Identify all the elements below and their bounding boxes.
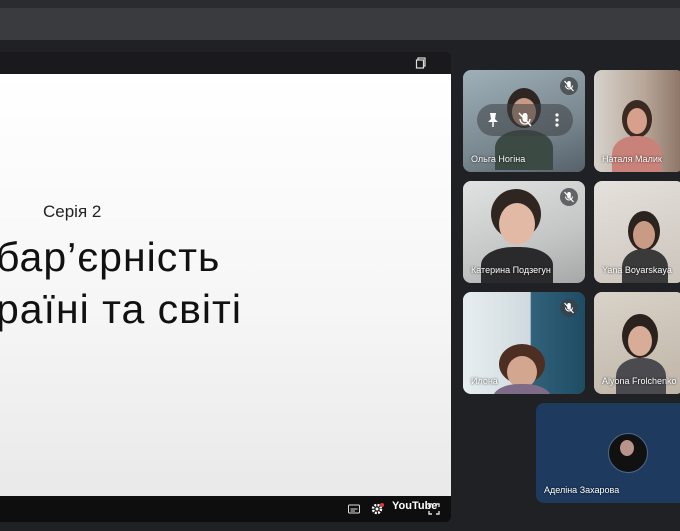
- tile-hover-controls: [477, 104, 573, 136]
- participant-name: Yana Boyarskaya: [602, 265, 672, 275]
- slide-title-line1: бар’єрність: [0, 234, 221, 280]
- subtitles-icon[interactable]: [348, 502, 360, 516]
- mic-off-icon: [560, 188, 578, 206]
- mic-off-icon: [560, 77, 578, 95]
- more-vert-icon[interactable]: [545, 108, 569, 132]
- pin-icon[interactable]: [481, 108, 505, 132]
- slide-series: Серія 2: [43, 202, 102, 221]
- slide: Серія 2 бар’єрність раїні та світі: [0, 74, 451, 496]
- avatar-face: [620, 440, 634, 456]
- participant-tile[interactable]: Ольга Ногіна: [463, 70, 585, 172]
- tab-strip: [0, 8, 680, 40]
- mic-off-icon[interactable]: [513, 108, 537, 132]
- copy-icon[interactable]: [415, 57, 427, 69]
- participant-name: Наталя Малик: [602, 154, 662, 164]
- participant-tile[interactable]: Yana Boyarskaya: [594, 181, 680, 283]
- presentation-panel: Серія 2 бар’єрність раїні та світі YouTu…: [0, 52, 451, 522]
- participant-name: Ольга Ногіна: [471, 154, 526, 164]
- participant-tile[interactable]: Аделіна Захарова: [536, 403, 680, 503]
- participant-name: Илона: [471, 376, 498, 386]
- presentation-top-bar: [0, 52, 451, 74]
- mic-off-icon: [560, 299, 578, 317]
- participant-tile[interactable]: Наталя Малик: [594, 70, 680, 172]
- participant-name: Катерина Подзегун: [471, 265, 551, 275]
- participant-name: Аделіна Захарова: [544, 485, 620, 495]
- participant-tile[interactable]: Илона: [463, 292, 585, 394]
- fullscreen-icon[interactable]: [428, 502, 440, 516]
- video-controls: YouTube: [0, 496, 451, 522]
- top-bar: [0, 0, 680, 8]
- participant-tile[interactable]: Alyona Frolchenko: [594, 292, 680, 394]
- slide-title-line2: раїні та світі: [0, 286, 242, 332]
- settings-icon[interactable]: [370, 502, 384, 516]
- participant-name: Alyona Frolchenko: [602, 376, 677, 386]
- participant-tile[interactable]: Катерина Подзегун: [463, 181, 585, 283]
